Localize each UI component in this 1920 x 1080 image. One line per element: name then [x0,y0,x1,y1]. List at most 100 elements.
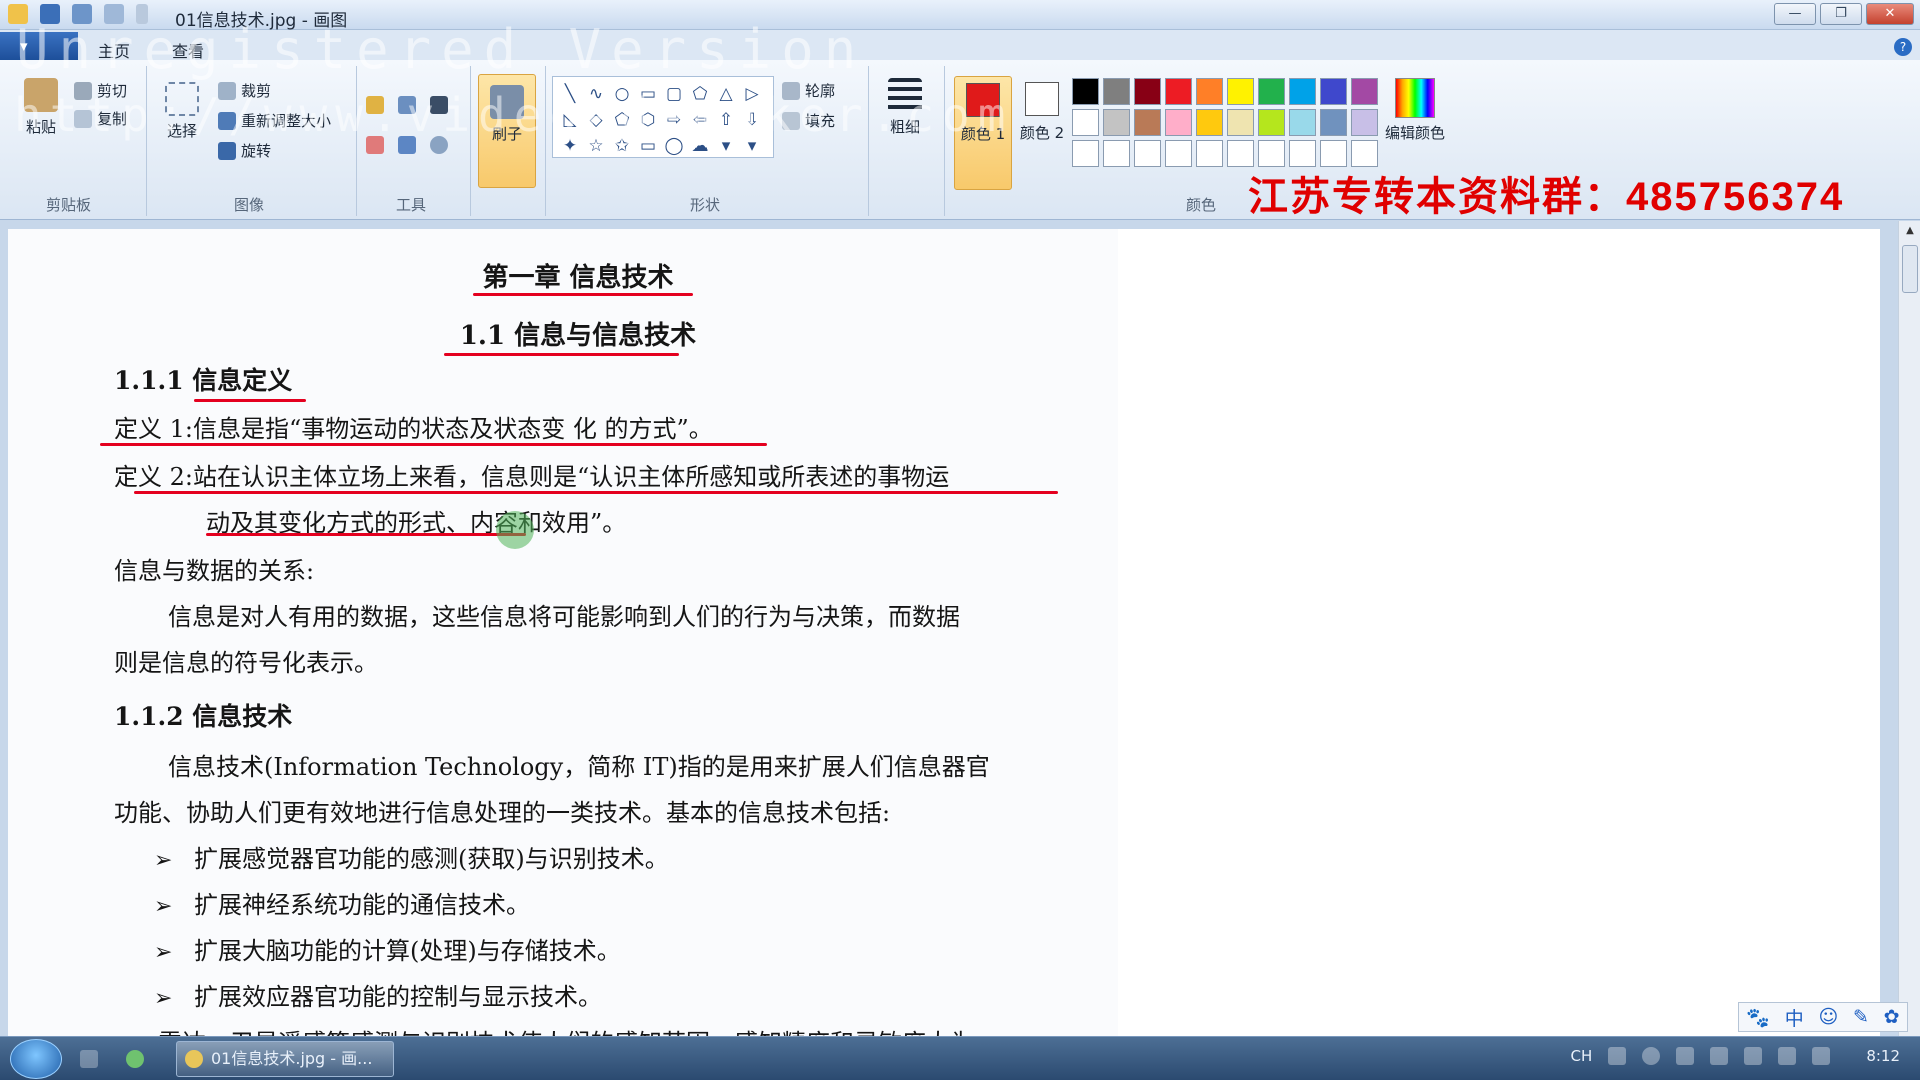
palette-color-swatch[interactable] [1258,109,1285,136]
action-center-icon[interactable] [1744,1047,1763,1065]
palette-color-swatch[interactable] [1289,140,1316,167]
color-picker-icon[interactable] [398,136,416,154]
palette-color-swatch[interactable] [1165,78,1192,105]
edit-colors-button[interactable]: 编辑颜色 [1380,78,1450,143]
palette-color-swatch[interactable] [1258,140,1285,167]
help-tray-icon[interactable] [1642,1047,1661,1065]
crop-button[interactable]: 裁剪 [218,80,271,101]
palette-color-swatch[interactable] [1103,140,1130,167]
palette-color-swatch[interactable] [1320,140,1347,167]
document-image[interactable]: 第一章 信息技术 1.1 信息与信息技术 1.1.1 信息定义 定义 1:信息是… [8,229,1118,1036]
shapes-gallery[interactable]: ╲ ∿ ○ ▭ ▢ ⬠ △ ▷ ◺ ◇ ⬠ ⬡ ⇨ ⇦ ⇧ ⇩ ✦ ☆ ✩ ▭ ◯ ☁ ▾ ▾ [552,76,774,158]
shape-option-icon[interactable]: ⬡ [635,107,661,133]
tab-home[interactable]: 主页 [98,38,130,62]
resize-button[interactable]: 重新调整大小 [218,110,331,131]
palette-color-swatch[interactable] [1289,109,1316,136]
display-icon[interactable] [1778,1047,1797,1065]
shape-option-icon[interactable]: ◯ [661,133,687,159]
close-button[interactable]: ✕ [1866,3,1914,25]
show-desktop-icon[interactable] [80,1050,98,1068]
shape-option-icon[interactable]: ⇧ [713,107,739,133]
palette-color-swatch[interactable] [1103,78,1130,105]
copy-button[interactable]: 复制 [74,108,127,129]
shape-option-icon[interactable]: ◺ [557,107,583,133]
palette-color-swatch[interactable] [1351,140,1378,167]
help-icon[interactable]: ? [1894,38,1912,56]
eraser-icon[interactable] [366,136,384,154]
palette-color-swatch[interactable] [1351,109,1378,136]
volume-icon[interactable] [1812,1047,1831,1065]
taskbar-paint-button[interactable]: 01信息技术.jpg - 画... [176,1041,394,1077]
shape-option-icon[interactable]: ╲ [557,81,583,107]
vertical-scrollbar[interactable]: ▲ [1898,221,1920,1036]
paint-app-icon[interactable] [8,4,28,24]
palette-color-swatch[interactable] [1072,78,1099,105]
shape-option-icon[interactable]: ☁ [687,133,713,159]
palette-color-swatch[interactable] [1227,140,1254,167]
palette-color-swatch[interactable] [1165,109,1192,136]
shape-option-icon[interactable]: ⬠ [687,81,713,107]
shape-option-icon[interactable]: ✦ [557,133,583,159]
shape-option-icon[interactable]: ⇩ [739,107,765,133]
color1-button[interactable]: 颜色 1 [954,76,1012,190]
ime-tool-icon[interactable]: ✿ [1884,1006,1900,1028]
shape-option-icon[interactable]: ▢ [661,81,687,107]
scroll-thumb[interactable] [1902,245,1918,293]
shape-option-icon[interactable]: ○ [609,81,635,107]
expand-tray-icon[interactable] [1676,1047,1695,1065]
fill-bucket-icon[interactable] [398,96,416,114]
palette-color-swatch[interactable] [1320,109,1347,136]
keyboard-icon[interactable] [1608,1047,1627,1065]
minimize-button[interactable]: — [1774,3,1816,25]
save-icon[interactable] [40,4,60,24]
palette-color-swatch[interactable] [1072,140,1099,167]
palette-color-swatch[interactable] [1289,78,1316,105]
ime-tool-icon[interactable]: ☺ [1818,1006,1838,1028]
network-icon[interactable] [1710,1047,1729,1065]
start-button[interactable] [10,1039,62,1079]
shape-option-icon[interactable]: ▭ [635,81,661,107]
qq-browser-icon[interactable] [126,1050,144,1068]
palette-color-swatch[interactable] [1351,78,1378,105]
undo-icon[interactable] [72,4,92,24]
clock[interactable]: 8:12 [1866,1047,1900,1065]
color2-button[interactable]: 颜色 2 [1014,76,1070,143]
shape-option-icon[interactable]: ☆ [583,133,609,159]
palette-color-swatch[interactable] [1227,109,1254,136]
brush-button[interactable]: 刷子 [478,74,536,188]
palette-color-swatch[interactable] [1227,78,1254,105]
shape-option-icon[interactable]: △ [713,81,739,107]
fill-dropdown[interactable]: 填充 [782,110,835,131]
select-button[interactable]: 选择 [158,82,206,141]
palette-color-swatch[interactable] [1134,140,1161,167]
magnifier-icon[interactable] [430,136,448,154]
palette-color-swatch[interactable] [1134,109,1161,136]
text-icon[interactable] [430,96,448,114]
shape-option-icon[interactable]: ◇ [583,107,609,133]
shape-option-icon[interactable]: ▷ [739,81,765,107]
tab-view[interactable]: 查看 [172,38,204,62]
redo-icon[interactable] [104,4,124,24]
palette-color-swatch[interactable] [1134,78,1161,105]
shape-option-icon[interactable]: ∿ [583,81,609,107]
shape-option-icon[interactable]: ⇦ [687,107,713,133]
language-indicator[interactable]: CH [1571,1047,1593,1065]
size-dropdown[interactable]: 粗细 [880,78,930,137]
shape-option-icon[interactable]: ⇨ [661,107,687,133]
palette-color-swatch[interactable] [1196,140,1223,167]
shape-option-icon[interactable]: ▾ [739,133,765,159]
shape-option-icon[interactable]: ⬠ [609,107,635,133]
shape-option-icon[interactable]: ▭ [635,133,661,159]
palette-color-swatch[interactable] [1072,109,1099,136]
scroll-up-icon[interactable]: ▲ [1899,221,1920,241]
palette-color-swatch[interactable] [1196,109,1223,136]
palette-color-swatch[interactable] [1258,78,1285,105]
ime-tool-icon[interactable]: 中 [1785,1004,1804,1031]
pencil-icon[interactable] [366,96,384,114]
shape-option-icon[interactable]: ▾ [713,133,739,159]
paste-button[interactable]: 粘贴 [16,78,66,137]
ime-tool-icon[interactable]: 🐾 [1746,1006,1770,1029]
customize-qat-icon[interactable] [136,4,148,24]
shape-option-icon[interactable]: ✩ [609,133,635,159]
outline-dropdown[interactable]: 轮廓 [782,80,835,101]
